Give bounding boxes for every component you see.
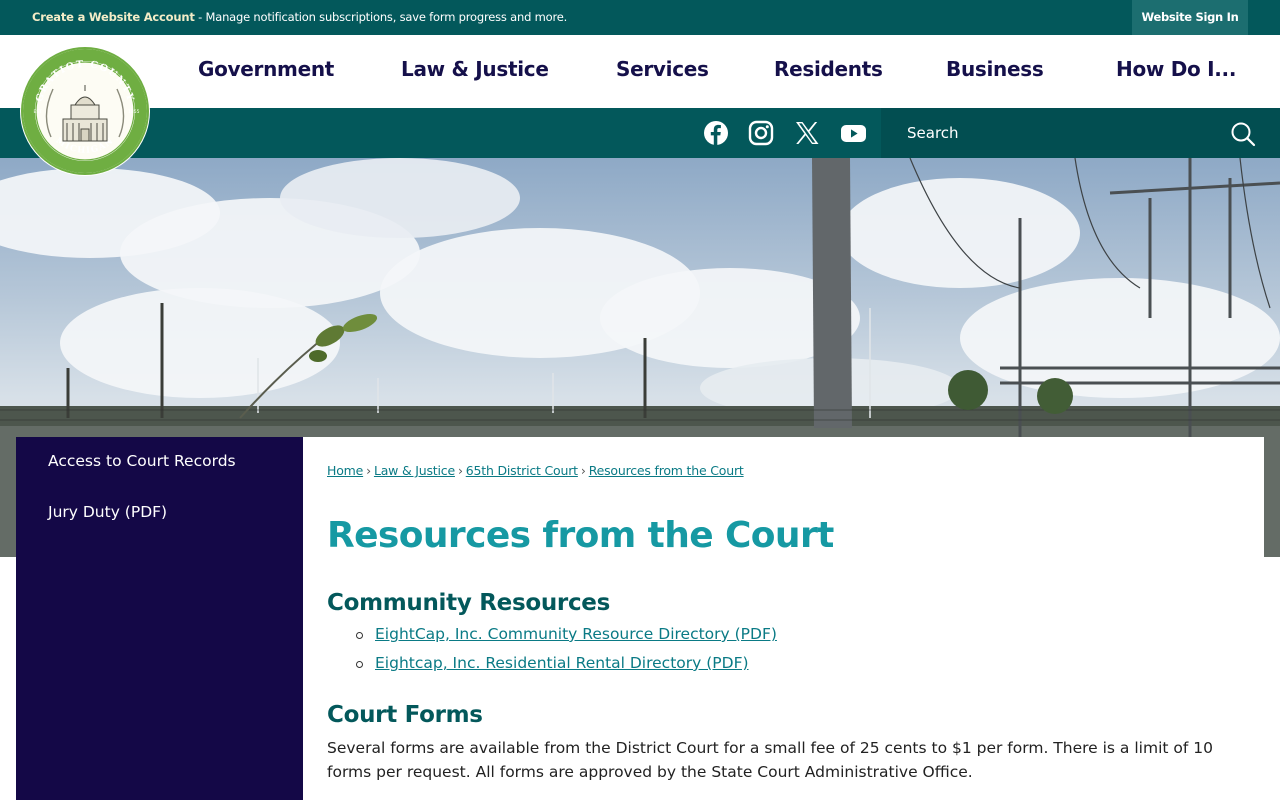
website-sign-in-button[interactable]: Website Sign In bbox=[1132, 0, 1248, 35]
breadcrumb-separator: › bbox=[366, 463, 371, 478]
social-search-bar bbox=[0, 108, 1280, 158]
breadcrumb-separator: › bbox=[580, 463, 586, 478]
main-content: Home › Law & Justice › 65th District Court › R… bbox=[303, 437, 1264, 800]
page-title: Resources from the Court bbox=[327, 515, 834, 556]
residential-rental-directory-link[interactable]: Eightcap, Inc. Residential Rental Direct… bbox=[375, 654, 749, 672]
breadcrumb-separator: › bbox=[457, 463, 463, 478]
create-account-link[interactable]: Create a Website Account bbox=[32, 10, 195, 24]
x-icon[interactable] bbox=[794, 120, 820, 146]
breadcrumb-current-page[interactable]: Resources from the Court bbox=[589, 463, 744, 478]
nav-item-government[interactable]: Government bbox=[198, 57, 334, 81]
nav-item-services[interactable]: Services bbox=[616, 57, 709, 81]
nav-item-how-do-i[interactable]: How Do I... bbox=[1116, 57, 1236, 81]
nav-item-business[interactable]: Business bbox=[946, 57, 1044, 81]
community-resources-heading: Community Resources bbox=[327, 590, 610, 616]
top-notice-bar: Create a Website Account - Manage notifi… bbox=[0, 0, 1280, 35]
sidebar-nav: Access to Court Records Jury Duty (PDF) bbox=[16, 437, 303, 800]
facebook-icon[interactable] bbox=[703, 120, 729, 146]
county-seal-logo[interactable]: GRATIOT COUNTY MICHIGAN EST 1855 bbox=[19, 45, 151, 177]
sidebar-item-jury-duty[interactable]: Jury Duty (PDF) bbox=[48, 503, 167, 521]
court-forms-paragraph: Several forms are available from the Dis… bbox=[327, 739, 1213, 781]
search-icon[interactable] bbox=[1230, 121, 1256, 147]
breadcrumb-law-justice[interactable]: Law & Justice bbox=[374, 463, 455, 478]
search-input[interactable] bbox=[881, 108, 1221, 158]
list-bullet bbox=[356, 661, 363, 668]
nav-item-law-justice[interactable]: Law & Justice bbox=[401, 57, 549, 81]
court-forms-heading: Court Forms bbox=[327, 702, 483, 728]
breadcrumb: Home › Law & Justice › 65th District Court › R… bbox=[327, 463, 744, 478]
community-resource-directory-link[interactable]: EightCap, Inc. Community Resource Direct… bbox=[375, 625, 777, 643]
seal-est-label: EST bbox=[34, 109, 43, 115]
instagram-icon[interactable] bbox=[748, 120, 774, 146]
breadcrumb-district-court[interactable]: 65th District Court bbox=[466, 463, 578, 478]
sidebar-item-access-court-records[interactable]: Access to Court Records bbox=[48, 452, 236, 470]
account-notice: Create a Website Account - Manage notifi… bbox=[32, 10, 567, 24]
breadcrumb-home[interactable]: Home bbox=[327, 463, 363, 478]
seal-year: 1855 bbox=[128, 109, 140, 115]
list-bullet bbox=[356, 632, 363, 639]
account-notice-text: - Manage notification subscriptions, sav… bbox=[194, 10, 568, 24]
nav-item-residents[interactable]: Residents bbox=[774, 57, 883, 81]
search-box bbox=[881, 108, 1280, 158]
main-nav: Government Law & Justice Services Reside… bbox=[0, 35, 1280, 108]
youtube-icon[interactable] bbox=[840, 120, 867, 146]
